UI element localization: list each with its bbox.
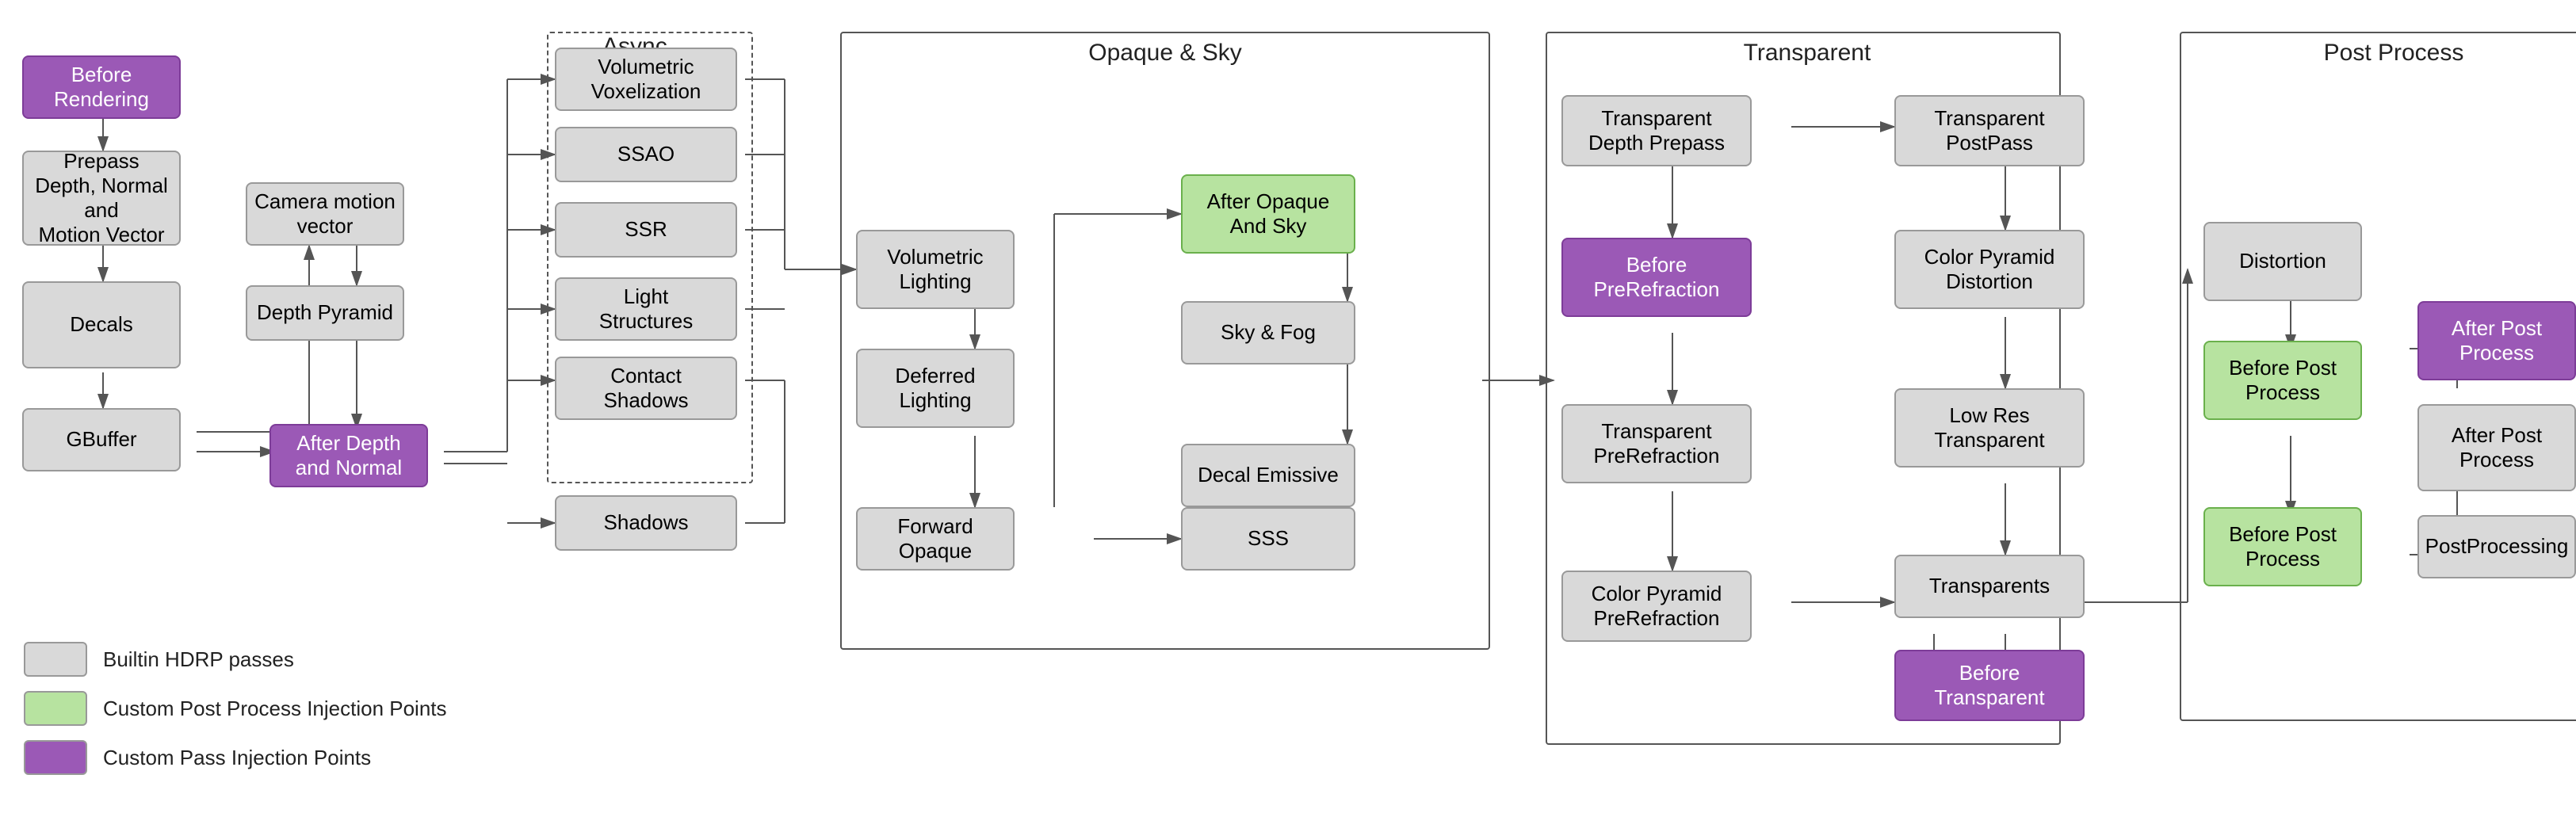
camera-motion-node: Camera motion vector (246, 182, 404, 246)
low-res-transparent-node: Low Res Transparent (1894, 388, 2085, 468)
decal-emissive-node: Decal Emissive (1181, 444, 1355, 507)
legend-box-green (24, 691, 87, 726)
after-depth-normal-node: After Depth and Normal (269, 424, 428, 487)
transparents-node: Transparents (1894, 555, 2085, 618)
volumetric-voxelization-node: Volumetric Voxelization (555, 48, 737, 111)
decals-node: Decals (22, 281, 181, 368)
before-rendering-node: Before Rendering (22, 55, 181, 119)
before-post-process-1-node: Before Post Process (2203, 341, 2362, 420)
ssr-node: SSR (555, 202, 737, 258)
legend-label-purple: Custom Pass Injection Points (103, 746, 371, 770)
color-pyramid-distortion-node: Color Pyramid Distortion (1894, 230, 2085, 309)
contact-shadows-node: Contact Shadows (555, 357, 737, 420)
legend-label-gray: Builtin HDRP passes (103, 647, 294, 672)
transparent-postpass-node: Transparent PostPass (1894, 95, 2085, 166)
diagram-container: Async Opaque & Sky Transparent Post Proc… (0, 0, 2576, 813)
legend-label-green: Custom Post Process Injection Points (103, 697, 447, 721)
opaque-sky-section-label: Opaque & Sky (999, 40, 1332, 67)
transparent-section-label: Transparent (1688, 40, 1926, 67)
legend-box-gray (24, 642, 87, 677)
legend-item-purple: Custom Pass Injection Points (24, 740, 447, 775)
distortion-node: Distortion (2203, 222, 2362, 301)
after-post-process-1-node: After Post Process (2417, 301, 2576, 380)
sky-fog-node: Sky & Fog (1181, 301, 1355, 365)
forward-opaque-node: Forward Opaque (856, 507, 1015, 571)
before-prerefraction-node: Before PreRefraction (1561, 238, 1752, 317)
shadows-node: Shadows (555, 495, 737, 551)
ssao-node: SSAO (555, 127, 737, 182)
transparent-depth-prepass-node: Transparent Depth Prepass (1561, 95, 1752, 166)
postprocessing-node: PostProcessing (2417, 515, 2576, 578)
volumetric-lighting-node: Volumetric Lighting (856, 230, 1015, 309)
transparent-prerefraction-node: Transparent PreRefraction (1561, 404, 1752, 483)
light-structures-node: Light Structures (555, 277, 737, 341)
color-pyramid-prerefraction-node: Color Pyramid PreRefraction (1561, 571, 1752, 642)
gbuffer-node: GBuffer (22, 408, 181, 471)
deferred-lighting-node: Deferred Lighting (856, 349, 1015, 428)
post-process-section-label: Post Process (2283, 40, 2505, 67)
prepass-node: Prepass Depth, Normal and Motion Vector (22, 151, 181, 246)
legend-box-purple (24, 740, 87, 775)
before-post-process-2-node: Before Post Process (2203, 507, 2362, 586)
before-transparent-node: Before Transparent (1894, 650, 2085, 721)
legend: Builtin HDRP passes Custom Post Process … (24, 642, 447, 789)
legend-item-green: Custom Post Process Injection Points (24, 691, 447, 726)
sss-node: SSS (1181, 507, 1355, 571)
depth-pyramid-node: Depth Pyramid (246, 285, 404, 341)
after-opaque-sky-node: After Opaque And Sky (1181, 174, 1355, 254)
legend-item-gray: Builtin HDRP passes (24, 642, 447, 677)
after-post-process-2-node: After Post Process (2417, 404, 2576, 491)
